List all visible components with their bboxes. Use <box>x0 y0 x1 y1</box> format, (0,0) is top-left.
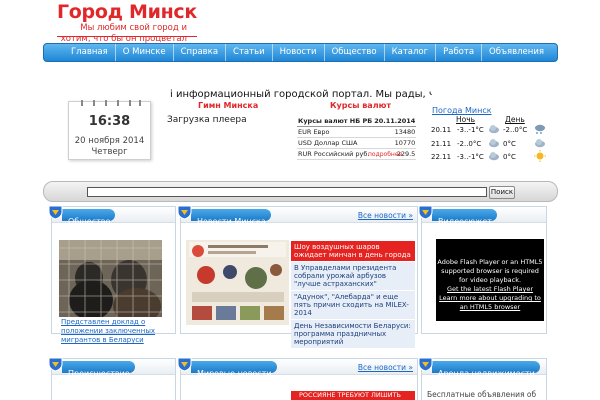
nav-item-news[interactable]: Новости <box>271 44 324 61</box>
society-caption-link[interactable]: Представлен доклад о положении заключенн… <box>61 318 179 345</box>
player-loading-text: Загрузка плеера <box>167 115 247 125</box>
weather-day-temp: 0°C <box>503 153 516 161</box>
weather-night-temp: -3..-1°C <box>457 153 484 161</box>
anthem-title: Гимн Минска <box>198 101 259 110</box>
nav-item-jobs[interactable]: Работа <box>435 44 481 61</box>
panel-title: Происшествие <box>68 369 130 378</box>
all-world-news-link[interactable]: Все новости » <box>358 363 413 372</box>
all-news-link[interactable]: Все новости » <box>358 211 413 220</box>
rate-currency: RUR Российский руб. <box>297 148 374 160</box>
weather-date: 22.11 <box>431 153 452 161</box>
rate-currency: USD Доллар США <box>297 137 374 149</box>
rate-row: EUR Евро 13480 <box>297 126 417 138</box>
weather-date: 20.11 <box>431 126 452 134</box>
rates-title: Курсы валют <box>330 101 391 110</box>
cloud-icon <box>489 152 499 161</box>
news-list-item[interactable]: День Независимости Беларуси: программа п… <box>291 320 415 349</box>
heraldic-shield-icon <box>418 357 433 372</box>
rates-header-date: 20.11.2014 <box>373 116 417 127</box>
search-button[interactable]: Поиск <box>489 186 515 199</box>
panel-title: Аренда недвижимости <box>438 369 535 378</box>
logo-divider <box>57 36 197 37</box>
news-list-item[interactable]: В Управделами президента собрали урожай … <box>291 262 415 291</box>
news-photo-migrants[interactable] <box>59 240 162 317</box>
panel-incident: Происшествие <box>48 357 176 400</box>
heraldic-shield-icon <box>48 205 63 220</box>
cloud-icon <box>489 125 499 134</box>
clock-day: Четверг <box>91 147 128 157</box>
panel-title: Общество <box>68 217 111 226</box>
clock-widget: 16:38 20 ноября 2014 Четверг <box>68 100 151 160</box>
main-nav: Главная О Минске Справка Статьи Новости … <box>43 43 558 62</box>
rate-row: USD Доллар США 10770 <box>297 137 417 149</box>
rent-note: Бесплатные объявления об <box>427 390 537 399</box>
panel-title: Видеосюжет <box>438 217 492 226</box>
clock-date: 20 ноября 2014 <box>74 136 145 146</box>
rate-currency: EUR Евро <box>297 126 374 138</box>
panel-minsk-news: Новости Минска Все новости » Шоу воздушн… <box>177 205 418 349</box>
clock-time: 16:38 <box>88 114 131 129</box>
snow-cloud-icon <box>535 124 545 134</box>
panel-title: Мировые новости <box>197 369 272 378</box>
minsk-news-list: Шоу воздушных шаров ожидает минчан в ден… <box>291 241 415 349</box>
nav-item-reference[interactable]: Справка <box>172 44 225 61</box>
weather-row: 20.11 -3..-1°C -2..0°C <box>431 123 551 137</box>
rates-header-row: Курсы валют НБ РБ 20.11.2014 <box>297 116 417 127</box>
weather-day-temp: -2..0°C <box>503 126 528 134</box>
weather-date: 21.11 <box>431 140 452 148</box>
heraldic-shield-icon <box>48 357 63 372</box>
rates-more-link[interactable]: подробнее <box>368 151 402 158</box>
heraldic-shield-icon <box>177 357 192 372</box>
news-photo-poster[interactable] <box>186 240 289 325</box>
cloud-icon <box>489 139 499 148</box>
page: Город Минск Мы любим свой город и хотим,… <box>0 0 600 400</box>
panel-society: Общество Представлен доклад о положении … <box>48 205 176 344</box>
world-news-headline[interactable]: РОССИЯНЕ ТРЕБУЮТ ЛИШИТЬ <box>291 391 415 400</box>
calendar-rings-icon <box>81 100 141 106</box>
weather-row: 21.11 -2..0°C 0°C <box>431 137 551 151</box>
rate-value: 10770 <box>373 137 417 149</box>
news-list-item[interactable]: "Адунок", "Алебарда" и еще пять причин с… <box>291 291 415 320</box>
search-input[interactable] <box>87 187 487 197</box>
weather-row: 22.11 -3..-1°C 0°C <box>431 150 551 164</box>
news-list-item[interactable]: Шоу воздушных шаров ожидает минчан в ден… <box>291 241 415 262</box>
nav-item-articles[interactable]: Статьи <box>225 44 272 61</box>
heraldic-shield-icon <box>177 205 192 220</box>
flash-download-link[interactable]: Get the latest Flash Player <box>436 285 544 294</box>
video-fallback-text: Adobe Flash Player or an HTML5 supported… <box>437 258 543 284</box>
rates-header-label: Курсы валют НБ РБ <box>297 116 374 127</box>
site-logo-title[interactable]: Город Минск <box>57 1 197 23</box>
video-player[interactable]: Adobe Flash Player or an HTML5 supported… <box>436 239 544 321</box>
weather-day-temp: 0°C <box>503 140 516 148</box>
sun-icon <box>534 150 546 162</box>
heraldic-shield-icon <box>418 205 433 220</box>
nav-item-ads[interactable]: Объявления <box>481 44 551 61</box>
nav-item-home[interactable]: Главная <box>64 44 115 61</box>
cloud-icon <box>535 139 545 148</box>
weather-title-link[interactable]: Погода Минск <box>432 106 492 115</box>
panel-title: Новости Минска <box>197 217 266 226</box>
welcome-ticker: і информационный городской портал. Мы ра… <box>170 89 432 100</box>
weather-night-temp: -3..-1°C <box>457 126 484 134</box>
nav-item-about[interactable]: О Минске <box>114 44 173 61</box>
html5-upgrade-link[interactable]: Learn more about upgrading to an HTML5 b… <box>436 294 544 312</box>
rate-value: 13480 <box>373 126 417 138</box>
weather-night-temp: -2..0°C <box>457 140 482 148</box>
site-slogan: Мы любим свой город и хотим, что бы он п… <box>60 23 187 44</box>
nav-item-society[interactable]: Общество <box>323 44 384 61</box>
nav-item-catalog[interactable]: Каталог <box>383 44 436 61</box>
